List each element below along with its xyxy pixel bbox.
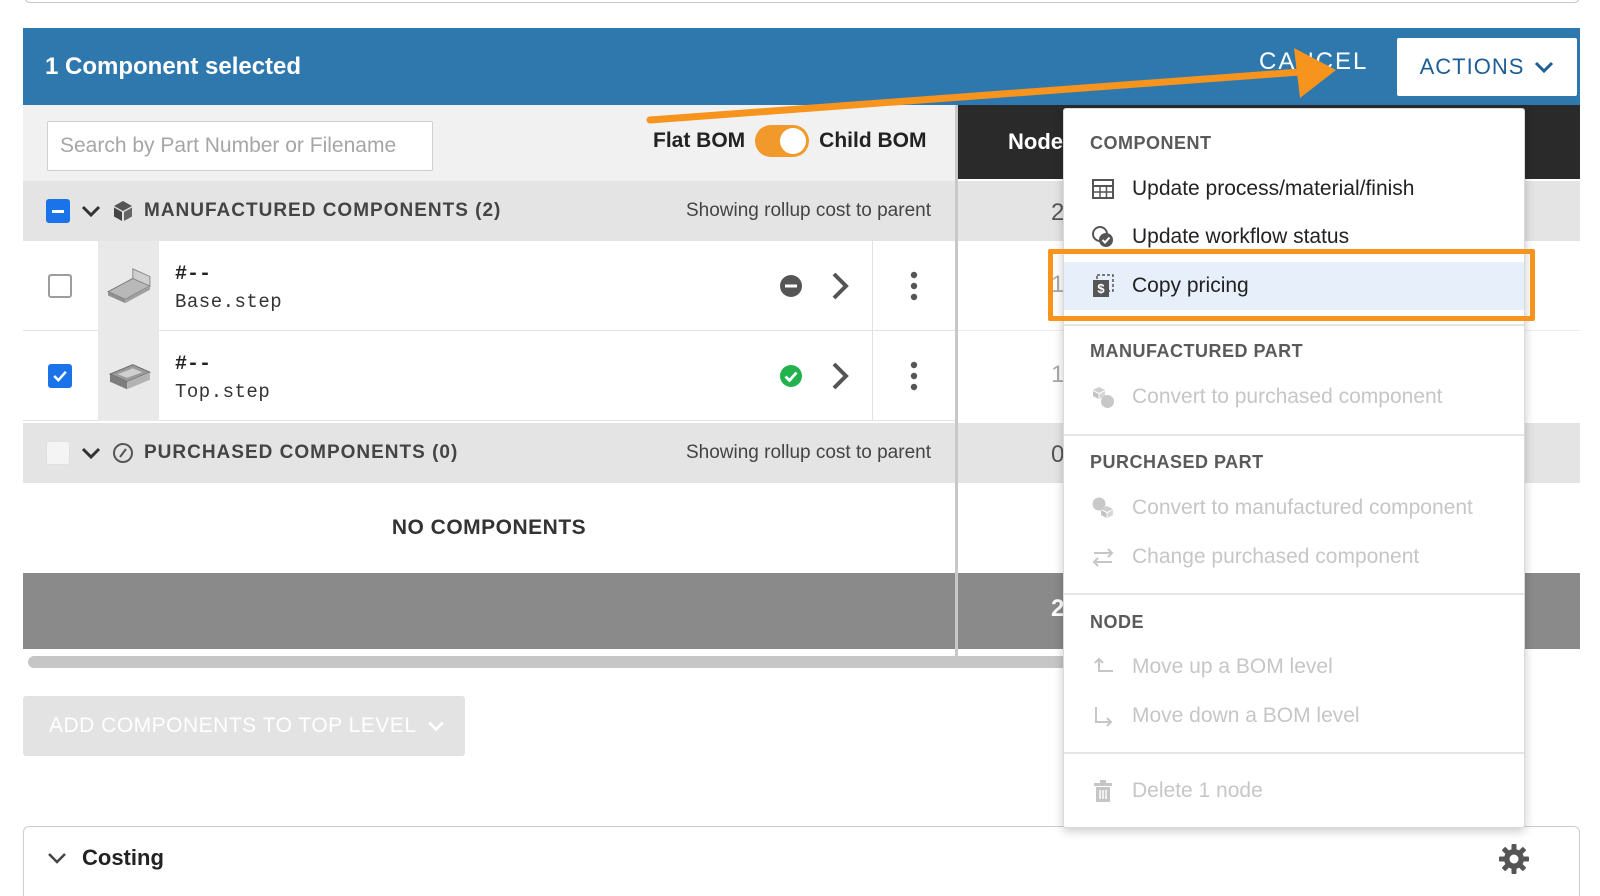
group-label: PURCHASED COMPONENTS (0): [144, 442, 459, 463]
cube-icon: [114, 201, 132, 221]
costing-title: Costing: [82, 845, 164, 870]
menu-item-convert-to-purchased: Convert to purchased component: [1064, 373, 1524, 421]
menu-heading-manufactured: MANUFACTURED PART: [1090, 341, 1304, 361]
part-thumbnail: [98, 331, 159, 421]
menu-divider: [1064, 324, 1524, 326]
menu-item-update-workflow[interactable]: Update workflow status: [1064, 213, 1524, 261]
search-input[interactable]: [47, 121, 433, 171]
menu-item-copy-pricing[interactable]: $ Copy pricing: [1064, 262, 1524, 310]
selection-title: 1 Component selected: [45, 52, 302, 80]
kebab-icon: [910, 271, 918, 301]
menu-item-label: Move down a BOM level: [1132, 704, 1360, 727]
chevron-right-icon[interactable]: [828, 271, 852, 301]
toggle-knob: [780, 128, 807, 154]
purchased-icon: [113, 443, 133, 463]
trash-icon: [1090, 778, 1116, 804]
checkmark-icon: [53, 370, 67, 382]
menu-item-change-purchased: Change purchased component: [1064, 533, 1524, 581]
menu-item-delete-node: Delete 1 node: [1064, 767, 1524, 815]
chevron-down-icon[interactable]: [80, 200, 102, 222]
selection-bar: 1 Component selected CANCEL ACTIONS: [23, 28, 1580, 105]
kebab-icon: [910, 361, 918, 391]
group-label: MANUFACTURED COMPONENTS (2): [144, 200, 502, 221]
bom-view-toggle: Flat BOM Child BOM: [653, 125, 927, 157]
menu-item-label: Convert to purchased component: [1132, 385, 1443, 408]
menu-divider: [1064, 434, 1524, 436]
rollup-note: Showing rollup cost to parent: [685, 200, 931, 221]
row-menu-button[interactable]: [872, 241, 955, 331]
file-name: Top.step: [175, 381, 271, 403]
menu-item-label: Change purchased component: [1132, 545, 1420, 568]
table-footer: [23, 573, 955, 649]
chevron-down-icon[interactable]: [80, 442, 102, 464]
row-menu-button[interactable]: [872, 331, 955, 421]
actions-button[interactable]: ACTIONS: [1395, 36, 1579, 98]
menu-item-label: Delete 1 node: [1132, 779, 1263, 802]
bom-left-pane: Flat BOM Child BOM MANUFACTURED COMPONEN…: [23, 105, 955, 665]
chevron-down-icon[interactable]: [46, 847, 68, 869]
convert-icon: [1090, 495, 1116, 521]
cancel-button[interactable]: CANCEL: [1259, 48, 1368, 76]
menu-item-update-process[interactable]: Update process/material/finish: [1064, 165, 1524, 213]
rollup-note: Showing rollup cost to parent: [685, 442, 931, 463]
part-thumbnail: [98, 241, 159, 331]
part-number: #--: [175, 353, 212, 376]
menu-item-label: Convert to manufactured component: [1132, 496, 1473, 519]
costing-panel: Costing: [23, 826, 1580, 896]
menu-item-move-down: Move down a BOM level: [1064, 692, 1524, 740]
convert-icon: [1090, 384, 1116, 410]
group-row-manufactured: MANUFACTURED COMPONENTS (2) Showing roll…: [23, 181, 955, 241]
menu-heading-purchased: PURCHASED PART: [1090, 452, 1264, 472]
bom-toggle-switch[interactable]: [755, 125, 810, 157]
group-row-purchased: PURCHASED COMPONENTS (0) Showing rollup …: [23, 423, 955, 483]
chevron-right-icon[interactable]: [828, 361, 852, 391]
table-row[interactable]: #-- Top.step: [23, 331, 955, 421]
move-up-icon: [1090, 654, 1116, 680]
actions-label: ACTIONS: [1419, 54, 1525, 79]
row-checkbox[interactable]: [48, 274, 72, 298]
add-components-button: ADD COMPONENTS TO TOP LEVEL: [23, 696, 465, 756]
toolbar-row: Flat BOM Child BOM: [23, 105, 955, 184]
menu-item-move-up: Move up a BOM level: [1064, 643, 1524, 691]
top-panel-edge: [24, 0, 1580, 3]
table-icon: [1090, 176, 1116, 202]
check-circle-icon: [780, 365, 802, 387]
copy-pricing-icon: $: [1090, 273, 1116, 299]
menu-item-label: Update process/material/finish: [1132, 177, 1415, 200]
move-down-icon: [1090, 703, 1116, 729]
swap-icon: [1090, 544, 1116, 570]
chevron-down-icon: [427, 721, 444, 732]
top-part-image: [108, 364, 151, 390]
horizontal-scrollbar[interactable]: [28, 656, 1073, 668]
file-name: Base.step: [175, 291, 283, 313]
svg-text:$: $: [1097, 281, 1105, 296]
child-bom-label: Child BOM: [819, 129, 927, 152]
gear-icon[interactable]: [1498, 843, 1530, 875]
table-row[interactable]: #-- Base.step: [23, 241, 955, 331]
menu-item-label: Copy pricing: [1132, 274, 1249, 297]
blocked-status-icon: [780, 275, 802, 297]
menu-item-label: Update workflow status: [1132, 225, 1350, 248]
flat-bom-label: Flat BOM: [653, 129, 746, 152]
row-checkbox[interactable]: [48, 364, 72, 388]
group-checkbox-manufactured[interactable]: [46, 199, 70, 223]
group-checkbox-purchased: [46, 441, 70, 465]
chevron-down-icon: [1535, 61, 1554, 74]
base-part-image: [106, 268, 151, 304]
part-number: #--: [175, 263, 212, 286]
menu-item-convert-to-manufactured: Convert to manufactured component: [1064, 484, 1524, 532]
menu-divider: [1064, 752, 1524, 754]
empty-state: NO COMPONENTS: [23, 483, 955, 573]
workflow-icon: [1090, 224, 1116, 250]
menu-divider: [1064, 593, 1524, 595]
add-components-label: ADD COMPONENTS TO TOP LEVEL: [49, 714, 417, 737]
actions-menu: COMPONENT Update process/material/finish…: [1063, 108, 1525, 828]
menu-heading-component: COMPONENT: [1090, 133, 1212, 153]
menu-item-label: Move up a BOM level: [1132, 655, 1333, 678]
menu-heading-node: NODE: [1090, 612, 1145, 632]
